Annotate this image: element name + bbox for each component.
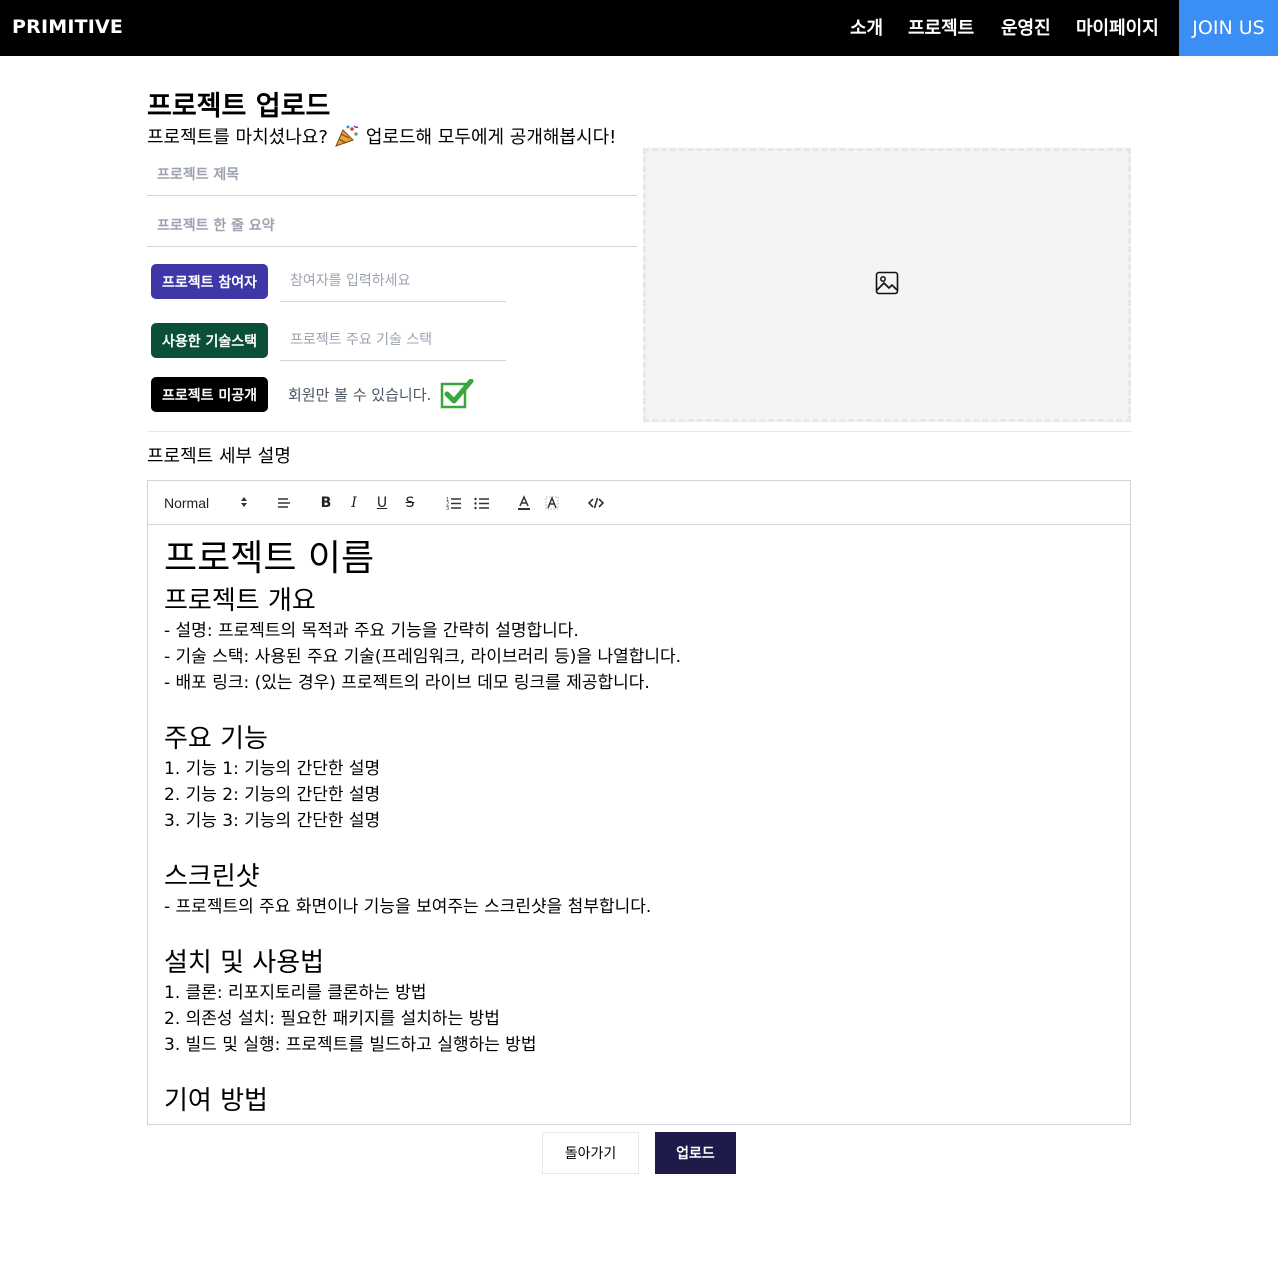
- nav-item-projects[interactable]: 프로젝트: [908, 14, 974, 40]
- background-color-icon[interactable]: [542, 492, 562, 514]
- select-arrows-icon: [240, 495, 248, 511]
- svg-text:3: 3: [446, 506, 449, 510]
- thumbnail-upload-area[interactable]: [643, 148, 1131, 422]
- content-line: 1. 기능 1: 기능의 간단한 설명: [164, 759, 381, 779]
- content-line: - 배포 링크: (있는 경우) 프로젝트의 라이브 데모 링크를 제공합니다.: [164, 673, 650, 693]
- content-line: 2. 기능 2: 기능의 간단한 설명: [164, 785, 381, 805]
- content-line: 1. 클론: 리포지토리를 클론하는 방법: [164, 983, 427, 1003]
- content-screenshot-title: 스크린샷: [164, 862, 260, 892]
- content-line: 2. 의존성 설치: 필요한 패키지를 설치하는 방법: [164, 1009, 500, 1029]
- top-navbar: PRIMITIVE 소개 프로젝트 운영진 마이페이지 JOIN US: [0, 0, 1278, 56]
- italic-icon[interactable]: I: [344, 492, 364, 514]
- editor-content[interactable]: 프로젝트 이름 프로젝트 개요 - 설명: 프로젝트의 목적과 주요 기능을 간…: [148, 526, 1130, 1124]
- section-divider: [147, 431, 1131, 432]
- bullet-list-icon[interactable]: [472, 492, 492, 514]
- content-install-title: 설치 및 사용법: [164, 948, 325, 978]
- detail-label: 프로젝트 세부 설명: [147, 446, 291, 467]
- nav-item-mypage[interactable]: 마이페이지: [1076, 14, 1159, 40]
- project-title-input[interactable]: [147, 154, 637, 196]
- subtitle-text-before: 프로젝트를 마치셨나요?: [147, 127, 328, 148]
- join-us-button[interactable]: JOIN US: [1179, 0, 1278, 56]
- format-select[interactable]: Normal: [160, 492, 252, 514]
- nav-item-intro[interactable]: 소개: [850, 14, 883, 40]
- back-button[interactable]: 돌아가기: [542, 1132, 639, 1174]
- text-color-icon[interactable]: [514, 492, 534, 514]
- upload-button[interactable]: 업로드: [655, 1132, 736, 1174]
- subtitle-text-after: 업로드해 모두에게 공개해봅시다!: [365, 127, 617, 148]
- ordered-list-icon[interactable]: 123: [444, 492, 464, 514]
- participants-label: 프로젝트 참여자: [151, 264, 268, 299]
- page-subtitle: 프로젝트를 마치셨나요? 업로드해 모두에게 공개해봅시다!: [147, 123, 616, 149]
- private-checkbox[interactable]: [440, 378, 474, 409]
- content-overview-title: 프로젝트 개요: [164, 586, 316, 616]
- content-contrib-title: 기여 방법: [164, 1086, 268, 1116]
- underline-icon[interactable]: U: [372, 492, 392, 514]
- brand-logo[interactable]: PRIMITIVE: [12, 16, 123, 38]
- strike-icon[interactable]: S: [400, 492, 420, 514]
- content-line: 3. 기능 3: 기능의 간단한 설명: [164, 811, 381, 831]
- tech-stack-input[interactable]: [280, 319, 506, 361]
- rich-text-editor: Normal B I U S 123 프로젝트 이름 프로젝트 개요 - 설명:…: [147, 480, 1131, 1125]
- tech-stack-label: 사용한 기술스택: [151, 323, 268, 358]
- content-line: - 설명: 프로젝트의 목적과 주요 기능을 간략히 설명합니다.: [164, 621, 579, 641]
- content-line: - 프로젝트의 주요 화면이나 기능을 보여주는 스크린샷을 첨부합니다.: [164, 897, 652, 917]
- bold-icon[interactable]: B: [316, 492, 336, 514]
- content-line: 3. 빌드 및 실행: 프로젝트를 빌드하고 실행하는 방법: [164, 1035, 537, 1055]
- nav-item-staff[interactable]: 운영진: [1001, 14, 1051, 40]
- private-note: 회원만 볼 수 있습니다.: [288, 386, 432, 404]
- private-label: 프로젝트 미공개: [151, 377, 268, 412]
- code-icon[interactable]: [586, 492, 606, 514]
- content-features-title: 주요 기능: [164, 724, 268, 754]
- checkmark-icon: [440, 378, 474, 409]
- align-icon[interactable]: [274, 492, 294, 514]
- content-line: - 기술 스택: 사용된 주요 기술(프레임워크, 라이브러리 등)을 나열합니…: [164, 647, 682, 667]
- party-popper-icon: [334, 124, 360, 148]
- image-icon: [875, 271, 899, 299]
- content-project-name: 프로젝트 이름: [164, 538, 375, 579]
- project-summary-input[interactable]: [147, 205, 637, 247]
- format-select-value: Normal: [164, 495, 210, 511]
- participants-input[interactable]: [280, 260, 506, 302]
- page-title: 프로젝트 업로드: [147, 91, 331, 122]
- editor-toolbar: Normal B I U S 123: [148, 481, 1130, 525]
